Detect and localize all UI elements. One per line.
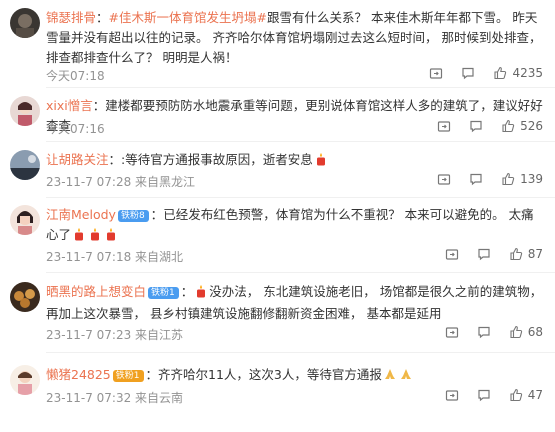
comment-icon	[478, 248, 490, 261]
comment-button[interactable]	[461, 66, 475, 80]
comment-meta: 23-11-7 07:18 来自湖北	[46, 250, 184, 264]
candle-emoji	[88, 227, 102, 247]
comment-button[interactable]	[477, 325, 491, 339]
comment-meta: 今天07:18	[46, 69, 105, 83]
comment-icon	[470, 173, 482, 186]
share-button[interactable]	[437, 119, 451, 133]
like-icon	[494, 66, 507, 80]
share-icon	[445, 249, 458, 260]
like-count: 47	[527, 388, 543, 402]
divider	[46, 197, 555, 198]
divider	[46, 272, 555, 273]
like-button[interactable]: 47	[509, 388, 543, 402]
comment-icon	[478, 326, 490, 339]
comment-button[interactable]	[469, 172, 483, 186]
comment-text: 江南Melody 铁粉8 ：已经发布红色预警，体育馆为什么不重视？ 本来可以避免的。…	[46, 205, 543, 247]
comment-icon	[462, 67, 475, 80]
share-icon	[430, 68, 443, 79]
avatar[interactable]	[10, 150, 40, 180]
pray-emoji	[399, 367, 413, 387]
username[interactable]: xixi憎言	[46, 98, 93, 113]
share-button[interactable]	[429, 66, 443, 80]
share-button[interactable]	[445, 325, 459, 339]
comment-meta: 23-11-7 07:23 来自江苏	[46, 328, 184, 342]
comment-meta: 23-11-7 07:32 来自云南	[46, 391, 184, 405]
share-icon	[437, 121, 451, 132]
username[interactable]: 晒黑的路上想变白	[46, 284, 146, 299]
like-icon	[510, 388, 522, 402]
comment-button[interactable]	[469, 119, 483, 133]
topic-link[interactable]: #佳木斯一体育馆发生坍塌#	[109, 10, 267, 25]
fan-badge[interactable]: 铁粉1	[112, 370, 144, 382]
like-count: 4235	[512, 66, 543, 80]
username[interactable]: 让胡路关注	[46, 152, 109, 167]
like-count: 87	[527, 247, 543, 261]
like-button[interactable]: 68	[509, 325, 543, 339]
avatar[interactable]	[10, 205, 40, 235]
avatar[interactable]	[10, 96, 40, 126]
avatar[interactable]	[10, 8, 40, 38]
pray-emoji	[383, 367, 397, 387]
share-button[interactable]	[445, 388, 459, 402]
like-icon	[510, 325, 522, 339]
comment-button[interactable]	[477, 247, 491, 261]
comment-text: 锦瑟排骨：#佳木斯一体育馆发生坍塌#跟雪有什么关系？ 本来佳木斯年年都下雪。 昨…	[46, 10, 542, 65]
comment-icon	[478, 389, 490, 402]
share-button[interactable]	[437, 172, 451, 186]
candle-emoji	[72, 227, 86, 247]
like-button[interactable]: 139	[501, 172, 543, 186]
fan-badge[interactable]: 铁粉1	[148, 287, 179, 299]
like-icon	[502, 172, 515, 186]
comment-text: 让胡路关注：:等待官方通报事故原因，逝者安息	[46, 150, 543, 172]
share-icon	[445, 327, 458, 338]
comment-button[interactable]	[477, 388, 491, 402]
like-button[interactable]: 87	[509, 247, 543, 261]
username[interactable]: 懒猪24825	[46, 367, 111, 382]
like-button[interactable]: 526	[501, 119, 543, 133]
divider	[46, 352, 555, 353]
like-icon	[502, 119, 515, 133]
comment-meta: 今天07:16	[46, 122, 105, 136]
avatar[interactable]	[10, 282, 40, 312]
comment-text: 晒黑的路上想变白 铁粉1：没办法， 东北建筑设施老旧， 场馆都是很久之前的建筑物，…	[46, 284, 543, 321]
share-button[interactable]	[445, 247, 459, 261]
like-count: 139	[520, 172, 543, 186]
username[interactable]: 锦瑟排骨	[46, 10, 96, 25]
like-icon	[510, 247, 522, 261]
like-count: 526	[520, 119, 543, 133]
share-icon	[445, 390, 458, 401]
username[interactable]: 江南Melody	[46, 207, 116, 222]
like-count: 68	[527, 325, 543, 339]
comment-text: 懒猪24825 铁粉1 ：齐齐哈尔11人，这次3人，等待官方通报	[46, 365, 543, 387]
candle-emoji	[194, 284, 208, 304]
candle-emoji	[314, 152, 328, 172]
fan-badge[interactable]: 铁粉8	[117, 210, 149, 222]
like-button[interactable]: 4235	[493, 66, 543, 80]
candle-emoji	[104, 227, 118, 247]
divider	[46, 87, 555, 88]
comment-icon	[470, 120, 482, 133]
share-icon	[437, 174, 451, 185]
avatar[interactable]	[10, 365, 40, 395]
divider	[46, 141, 555, 142]
comment-meta: 23-11-7 07:28 来自黑龙江	[46, 175, 196, 189]
